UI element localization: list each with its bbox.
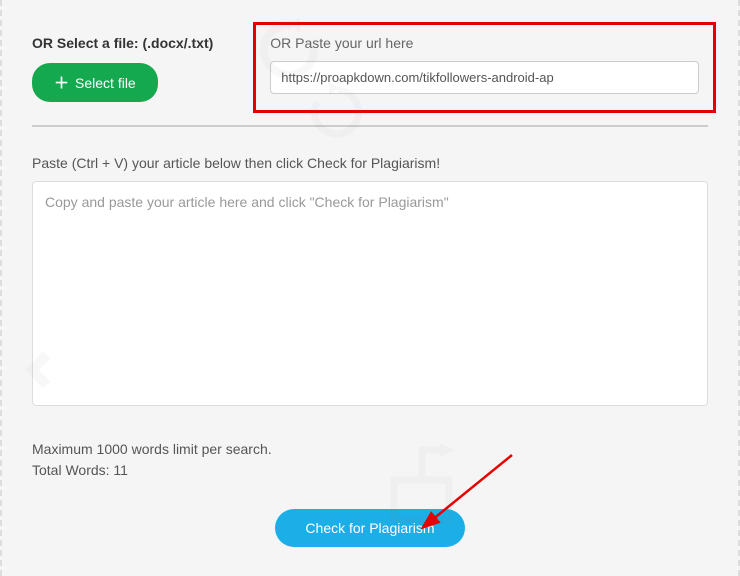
select-file-button[interactable]: ＋ Select file (32, 63, 158, 102)
article-paste-label: Paste (Ctrl + V) your article below then… (32, 155, 708, 171)
select-file-button-label: Select file (75, 75, 136, 91)
plagiarism-checker-panel: OR Select a file: (.docx/.txt) ＋ Select … (0, 0, 740, 576)
url-paste-section: OR Paste your url here (253, 22, 716, 113)
file-upload-label: OR Select a file: (.docx/.txt) (32, 35, 213, 51)
article-textarea[interactable] (32, 181, 708, 406)
section-divider (32, 125, 708, 127)
url-input[interactable] (270, 61, 699, 94)
total-words-text: Total Words: 11 (32, 460, 708, 481)
file-upload-section: OR Select a file: (.docx/.txt) ＋ Select … (32, 30, 213, 102)
max-words-text: Maximum 1000 words limit per search. (32, 439, 708, 460)
word-stats: Maximum 1000 words limit per search. Tot… (32, 439, 708, 481)
check-plagiarism-button[interactable]: Check for Plagiarism (275, 509, 464, 547)
plus-icon: ＋ (54, 72, 69, 93)
url-paste-label: OR Paste your url here (270, 35, 699, 51)
